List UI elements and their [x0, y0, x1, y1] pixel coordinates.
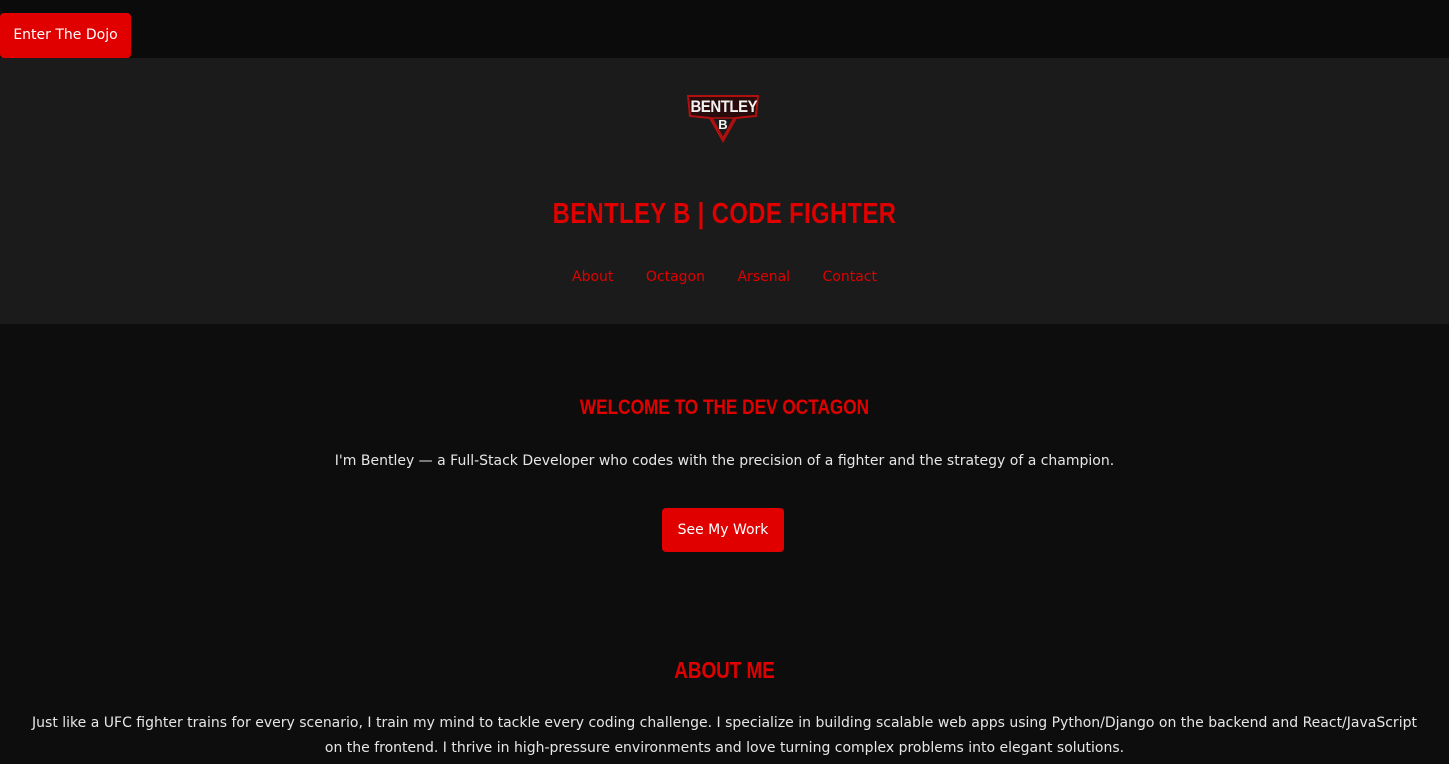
- see-my-work-button[interactable]: See My Work: [662, 508, 784, 552]
- hero-title: WELCOME TO THE DEV OCTAGON: [579, 396, 870, 419]
- top-bar: Enter The Dojo: [0, 0, 1449, 58]
- about-title: ABOUT ME: [674, 657, 775, 683]
- logo-letter: B: [718, 117, 728, 132]
- site-header: BENTLEY B BENTLEY B | CODE FIGHTER About…: [0, 58, 1449, 324]
- logo: BENTLEY B: [686, 94, 760, 144]
- nav-link-arsenal[interactable]: Arsenal: [737, 269, 790, 285]
- hero-text: I'm Bentley — a Full-Stack Developer who…: [334, 453, 1115, 469]
- enter-dojo-button[interactable]: Enter The Dojo: [0, 13, 131, 58]
- logo-wordmark: BENTLEY: [690, 97, 758, 116]
- nav-link-contact[interactable]: Contact: [823, 269, 877, 285]
- nav-link-about[interactable]: About: [572, 269, 613, 285]
- main-nav: About Octagon Arsenal Contact: [0, 269, 1449, 285]
- site-title: BENTLEY B | CODE FIGHTER: [552, 198, 897, 230]
- nav-link-octagon[interactable]: Octagon: [646, 269, 705, 285]
- about-text: Just like a UFC fighter trains for every…: [32, 715, 1417, 756]
